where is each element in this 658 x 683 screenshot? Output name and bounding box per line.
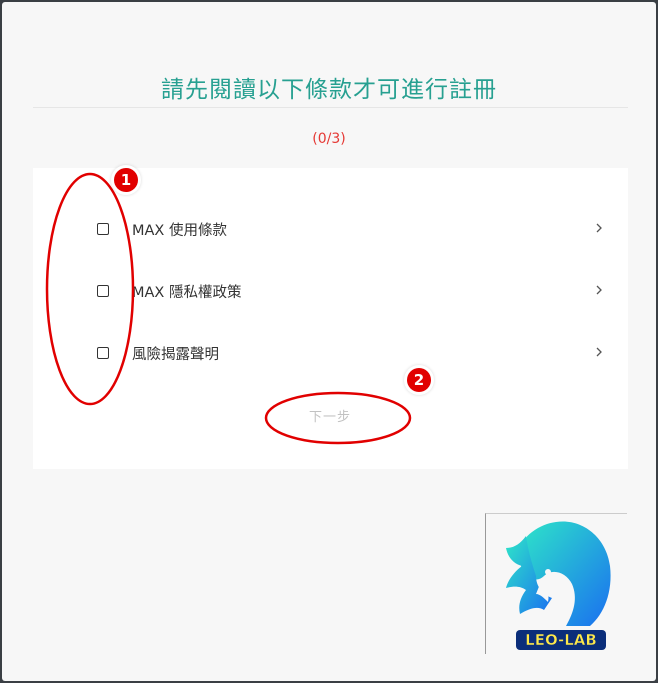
logo-text: LEO-LAB [525,631,597,649]
terms-item-risk[interactable]: 風險揭露聲明 [33,333,628,373]
title-divider [33,107,628,108]
terms-item-privacy[interactable]: MAX 隱私權政策 [33,271,628,311]
next-step-button[interactable]: 下一步 [290,406,370,426]
chevron-right-icon [596,223,602,233]
chevron-right-icon [596,285,602,295]
leo-lab-logo: LEO-LAB [485,513,627,654]
annotation-badge-2: 2 [407,368,431,392]
chevron-right-icon [596,347,602,357]
page-title: 請先閱讀以下條款才可進行註冊 [161,77,497,103]
lion-head-icon: LEO-LAB [506,521,611,650]
terms-panel: MAX 使用條款 MAX 隱私權政策 風險揭露聲明 下一步 [33,168,628,469]
terms-page: 請先閱讀以下條款才可進行註冊 (0/3) MAX 使用條款 MAX 隱私權政策 … [2,2,656,681]
terms-checkbox-risk[interactable] [97,347,109,359]
terms-item-usage[interactable]: MAX 使用條款 [33,209,628,249]
terms-item-label: MAX 隱私權政策 [132,285,242,301]
terms-checkbox-usage[interactable] [97,223,109,235]
terms-item-label: 風險揭露聲明 [132,347,219,363]
progress-counter: (0/3) [312,131,346,147]
terms-item-label: MAX 使用條款 [132,223,227,239]
terms-checkbox-privacy[interactable] [97,285,109,297]
annotation-badge-1: 1 [114,168,138,192]
